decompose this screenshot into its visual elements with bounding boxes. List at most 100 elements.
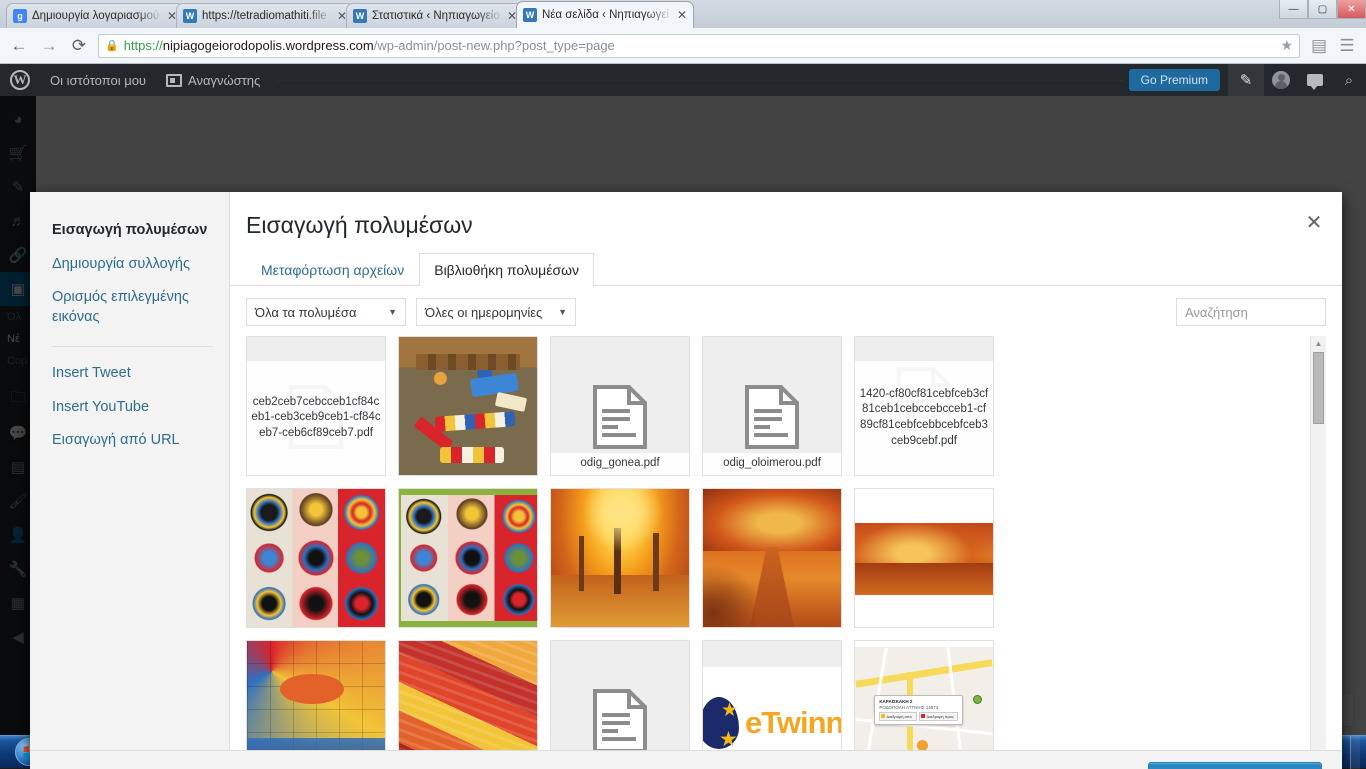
wp-logo-menu[interactable]: W (0, 64, 40, 96)
reload-icon[interactable]: ⟳ (68, 35, 90, 57)
scroll-up-icon[interactable]: ▲ (1311, 336, 1326, 350)
media-item[interactable] (398, 640, 538, 750)
media-item[interactable] (246, 488, 386, 628)
date-filter-value: Όλες οι ημερομηνίες (425, 305, 542, 320)
sidebar-item-insert-youtube[interactable]: Insert YouTube (52, 391, 229, 425)
media-type-filter[interactable]: Όλα τα πολυμέσα ▼ (246, 298, 406, 326)
wp-admin-bar: W Οι ιστότοποι μου Αναγνώστης Go Premium… (0, 64, 1366, 96)
sidebar-item-set-featured-image[interactable]: Ορισμός επιλεγμένης εικόνας (52, 281, 229, 334)
url-scheme: https:// (124, 38, 163, 53)
my-sites-label: Οι ιστότοποι μου (50, 73, 146, 88)
comment-icon (1307, 74, 1323, 86)
sidebar-item-insert-tweet[interactable]: Insert Tweet (52, 357, 229, 391)
lock-icon: 🔒 (105, 39, 119, 52)
map-directions-from-button[interactable]: Διαδρομή από (879, 712, 917, 721)
browser-tab[interactable]: W Στατιστικά ‹ Νηπιαγωγείο ✕ (346, 3, 524, 28)
show-desktop-button[interactable] (1350, 736, 1360, 769)
tab-close-icon[interactable]: ✕ (673, 8, 687, 22)
map-subtitle: ΡΟΔΟΠΟΛΗ ΑΤΤΙΚΗΣ 14574 (879, 705, 957, 710)
minimize-button[interactable]: — (1279, 0, 1308, 19)
media-filename: 1420-cf80cf81cebfceb3cf81ceb1cebccebcceb… (855, 361, 993, 475)
tab-title: https://tetradiomathiti.file (202, 10, 333, 22)
browser-tab[interactable]: W https://tetradiomathiti.file ✕ (176, 3, 354, 28)
forward-icon[interactable]: → (38, 35, 60, 57)
image-thumbnail (703, 489, 841, 627)
chevron-down-icon: ▼ (388, 307, 397, 317)
browser-tab[interactable]: g Δημιουργία λογαριασμού ✕ (6, 3, 184, 28)
browser-tabstrip: g Δημιουργία λογαριασμού ✕ W https://tet… (0, 0, 1366, 28)
wordpress-icon: W (523, 8, 537, 22)
chrome-menu-icon[interactable]: ☰ (1336, 35, 1358, 57)
media-item[interactable] (550, 640, 690, 750)
window-controls: — ▢ ✕ (1279, 0, 1366, 20)
media-item[interactable] (398, 336, 538, 476)
avatar[interactable] (1264, 64, 1298, 96)
maximize-button[interactable]: ▢ (1308, 0, 1337, 19)
media-item[interactable] (246, 640, 386, 750)
avatar-icon (1272, 71, 1290, 89)
media-grid: ceb2ceb7cebcceb1cf84ceb1-ceb3ceb9ceb1-cf… (246, 336, 1326, 750)
go-premium-button[interactable]: Go Premium (1129, 69, 1220, 91)
media-filename: odig_gonea.pdf (551, 453, 689, 475)
chevron-down-icon: ▼ (558, 307, 567, 317)
etwinning-label: eTwinn (745, 705, 842, 741)
media-filename: odig_oloimerou.pdf (703, 453, 841, 475)
tab-close-icon[interactable]: ✕ (503, 9, 517, 23)
date-filter[interactable]: Όλες οι ημερομηνίες ▼ (416, 298, 576, 326)
map-thumbnail: ΚΑΡΑΪΣΚΑΚΗ 2 ΡΟΔΟΠΟΛΗ ΑΤΤΙΚΗΣ 14574 Διαδ… (855, 647, 993, 750)
scrollbar-thumb[interactable] (1313, 352, 1324, 424)
modal-footer: Εισαγωγή στην σελίδα (30, 750, 1342, 769)
sidebar-item-insert-from-url[interactable]: Εισαγωγή από URL (52, 424, 229, 458)
media-item[interactable]: ceb2ceb7cebcceb1cf84ceb1-ceb3ceb9ceb1-cf… (246, 336, 386, 476)
tab-media-library[interactable]: Βιβλιοθήκη πολυμέσων (419, 253, 594, 286)
document-icon (745, 385, 799, 449)
media-item[interactable] (702, 488, 842, 628)
media-item[interactable] (550, 488, 690, 628)
media-item[interactable]: odig_gonea.pdf (550, 336, 690, 476)
media-grid-container: ceb2ceb7cebcceb1cf84ceb1-ceb3ceb9ceb1-cf… (246, 336, 1326, 750)
my-sites-menu[interactable]: Οι ιστότοποι μου (40, 64, 156, 96)
close-window-button[interactable]: ✕ (1337, 0, 1366, 19)
media-item[interactable]: ★ ★ eTwinn (702, 640, 842, 750)
media-item[interactable]: 1420-cf80cf81cebfceb3cf81ceb1cebccebcceb… (854, 336, 994, 476)
wordpress-logo-icon: W (10, 70, 30, 90)
new-post-icon[interactable]: ✎ (1228, 64, 1264, 96)
tab-title: Δημιουργία λογαριασμού (32, 10, 163, 22)
image-thumbnail (399, 489, 537, 627)
search-input[interactable]: Αναζήτηση (1176, 298, 1326, 326)
media-item[interactable] (398, 488, 538, 628)
image-thumbnail: ★ ★ eTwinn (703, 667, 842, 750)
image-thumbnail (855, 523, 993, 595)
page-title: Εισαγωγή πολυμέσων (230, 192, 1342, 253)
media-item[interactable]: ΚΑΡΑΪΣΚΑΚΗ 2 ΡΟΔΟΠΟΛΗ ΑΤΤΙΚΗΣ 14574 Διαδ… (854, 640, 994, 750)
tab-upload-files[interactable]: Μεταφόρτωση αρχείων (246, 253, 419, 286)
sidebar-item-insert-media[interactable]: Εισαγωγή πολυμέσων (52, 214, 229, 248)
media-modal: ✕ Εισαγωγή πολυμέσων Δημιουργία συλλογής… (30, 192, 1342, 769)
image-thumbnail (399, 641, 537, 750)
reader-label: Αναγνώστης (188, 73, 260, 88)
media-item[interactable] (854, 488, 994, 628)
image-thumbnail (247, 489, 385, 627)
sidebar-item-create-gallery[interactable]: Δημιουργία συλλογής (52, 248, 229, 282)
media-filename: ceb2ceb7cebcceb1cf84ceb1-ceb3ceb9ceb1-cf… (247, 361, 385, 475)
bookmark-star-icon[interactable]: ★ (1274, 37, 1293, 54)
modal-toolbar: Όλα τα πολυμέσα ▼ Όλες οι ημερομηνίες ▼ … (230, 286, 1342, 336)
media-grid-scrollbar[interactable]: ▲ (1310, 336, 1326, 750)
tab-close-icon[interactable]: ✕ (163, 9, 177, 23)
back-icon[interactable]: ← (8, 35, 30, 57)
search-button[interactable]: ⌕ (1332, 64, 1366, 96)
media-item[interactable]: odig_oloimerou.pdf (702, 336, 842, 476)
document-icon (593, 689, 647, 750)
tab-close-icon[interactable]: ✕ (333, 9, 347, 23)
comments-link[interactable] (1298, 64, 1332, 96)
map-title: ΚΑΡΑΪΣΚΑΚΗ 2 (879, 699, 957, 704)
wordpress-icon: W (353, 9, 367, 23)
image-thumbnail (399, 337, 537, 475)
extension-icon[interactable]: ▤ (1308, 35, 1330, 57)
address-bar[interactable]: 🔒 https://nipiagogeiorodopolis.wordpress… (98, 34, 1300, 58)
image-thumbnail (247, 641, 385, 750)
map-directions-to-button[interactable]: Διαδρομή προς (919, 712, 957, 721)
url-path: /wp-admin/post-new.php?post_type=page (374, 38, 615, 53)
browser-tab-active[interactable]: W Νέα σελίδα ‹ Νηπιαγωγεί ✕ (516, 1, 694, 28)
reader-menu[interactable]: Αναγνώστης (156, 64, 270, 96)
